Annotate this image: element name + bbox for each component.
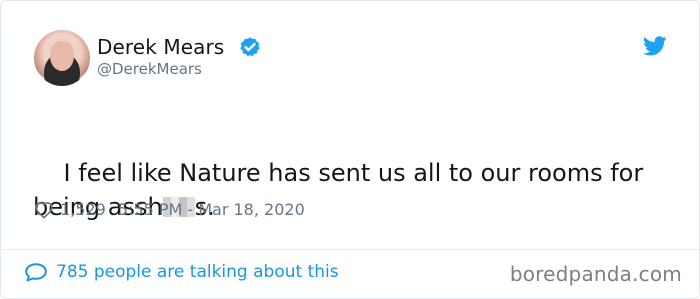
divider: [1, 249, 699, 250]
boredpanda-watermark: boredpanda.com: [509, 262, 682, 286]
avatar[interactable]: [34, 30, 90, 86]
like-count[interactable]: 1,529: [60, 200, 106, 219]
tweet-card: Derek Mears @DerekMears I feel like Natu…: [0, 0, 700, 299]
heart-icon[interactable]: [34, 201, 54, 219]
conversation-link[interactable]: 785 people are talking about this: [24, 262, 339, 282]
speech-bubble-icon: [25, 263, 47, 282]
twitter-bird-icon[interactable]: [643, 36, 667, 56]
user-handle[interactable]: @DerekMears: [97, 60, 202, 78]
tweet-text: I feel like Nature has sent us all to ou…: [33, 122, 673, 258]
timestamp[interactable]: 5:55 PM - Mar 18, 2020: [118, 200, 305, 219]
display-name[interactable]: Derek Mears: [97, 35, 224, 59]
conversation-text[interactable]: 785 people are talking about this: [56, 262, 339, 282]
verified-badge-icon: [240, 37, 260, 57]
tweet-meta: 1,529 5:55 PM - Mar 18, 2020: [34, 200, 305, 219]
